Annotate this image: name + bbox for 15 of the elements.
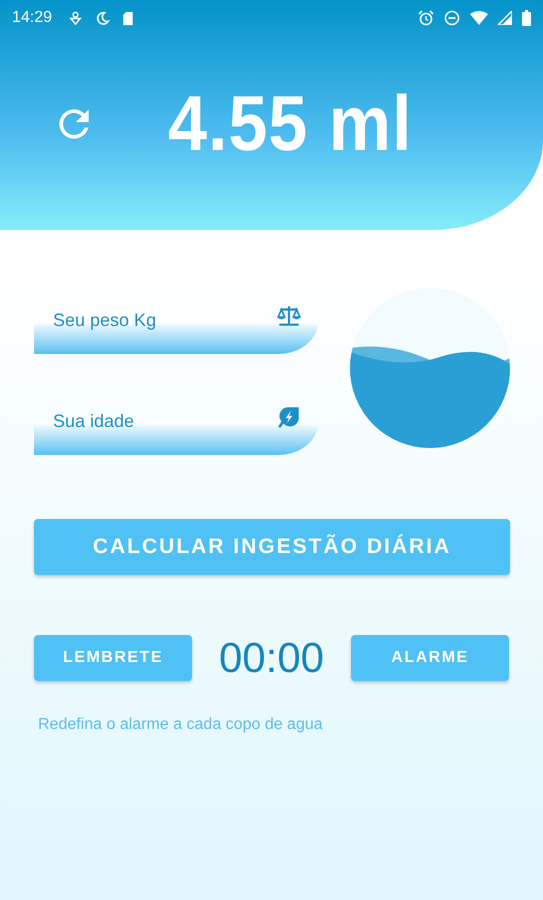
calculate-button[interactable]: CALCULAR INGESTÃO DIÁRIA <box>34 519 510 575</box>
notification-icon <box>68 10 84 26</box>
sd-card-icon <box>122 10 134 26</box>
alarm-button[interactable]: ALARME <box>350 635 509 681</box>
signal-icon <box>498 11 512 25</box>
do-not-disturb-icon <box>444 10 460 26</box>
status-time: 14:29 <box>12 9 52 27</box>
reminder-button[interactable]: LEMBRETE <box>34 635 192 681</box>
battery-icon <box>522 10 531 26</box>
wifi-icon <box>470 11 488 25</box>
moon-icon <box>95 10 110 26</box>
hint-text: Redefina o alarme a cada copo de agua <box>37 716 324 734</box>
alarm-icon <box>418 10 434 26</box>
timer-display: 00:00 <box>218 634 324 682</box>
water-amount: 4.55 ml <box>168 78 412 169</box>
